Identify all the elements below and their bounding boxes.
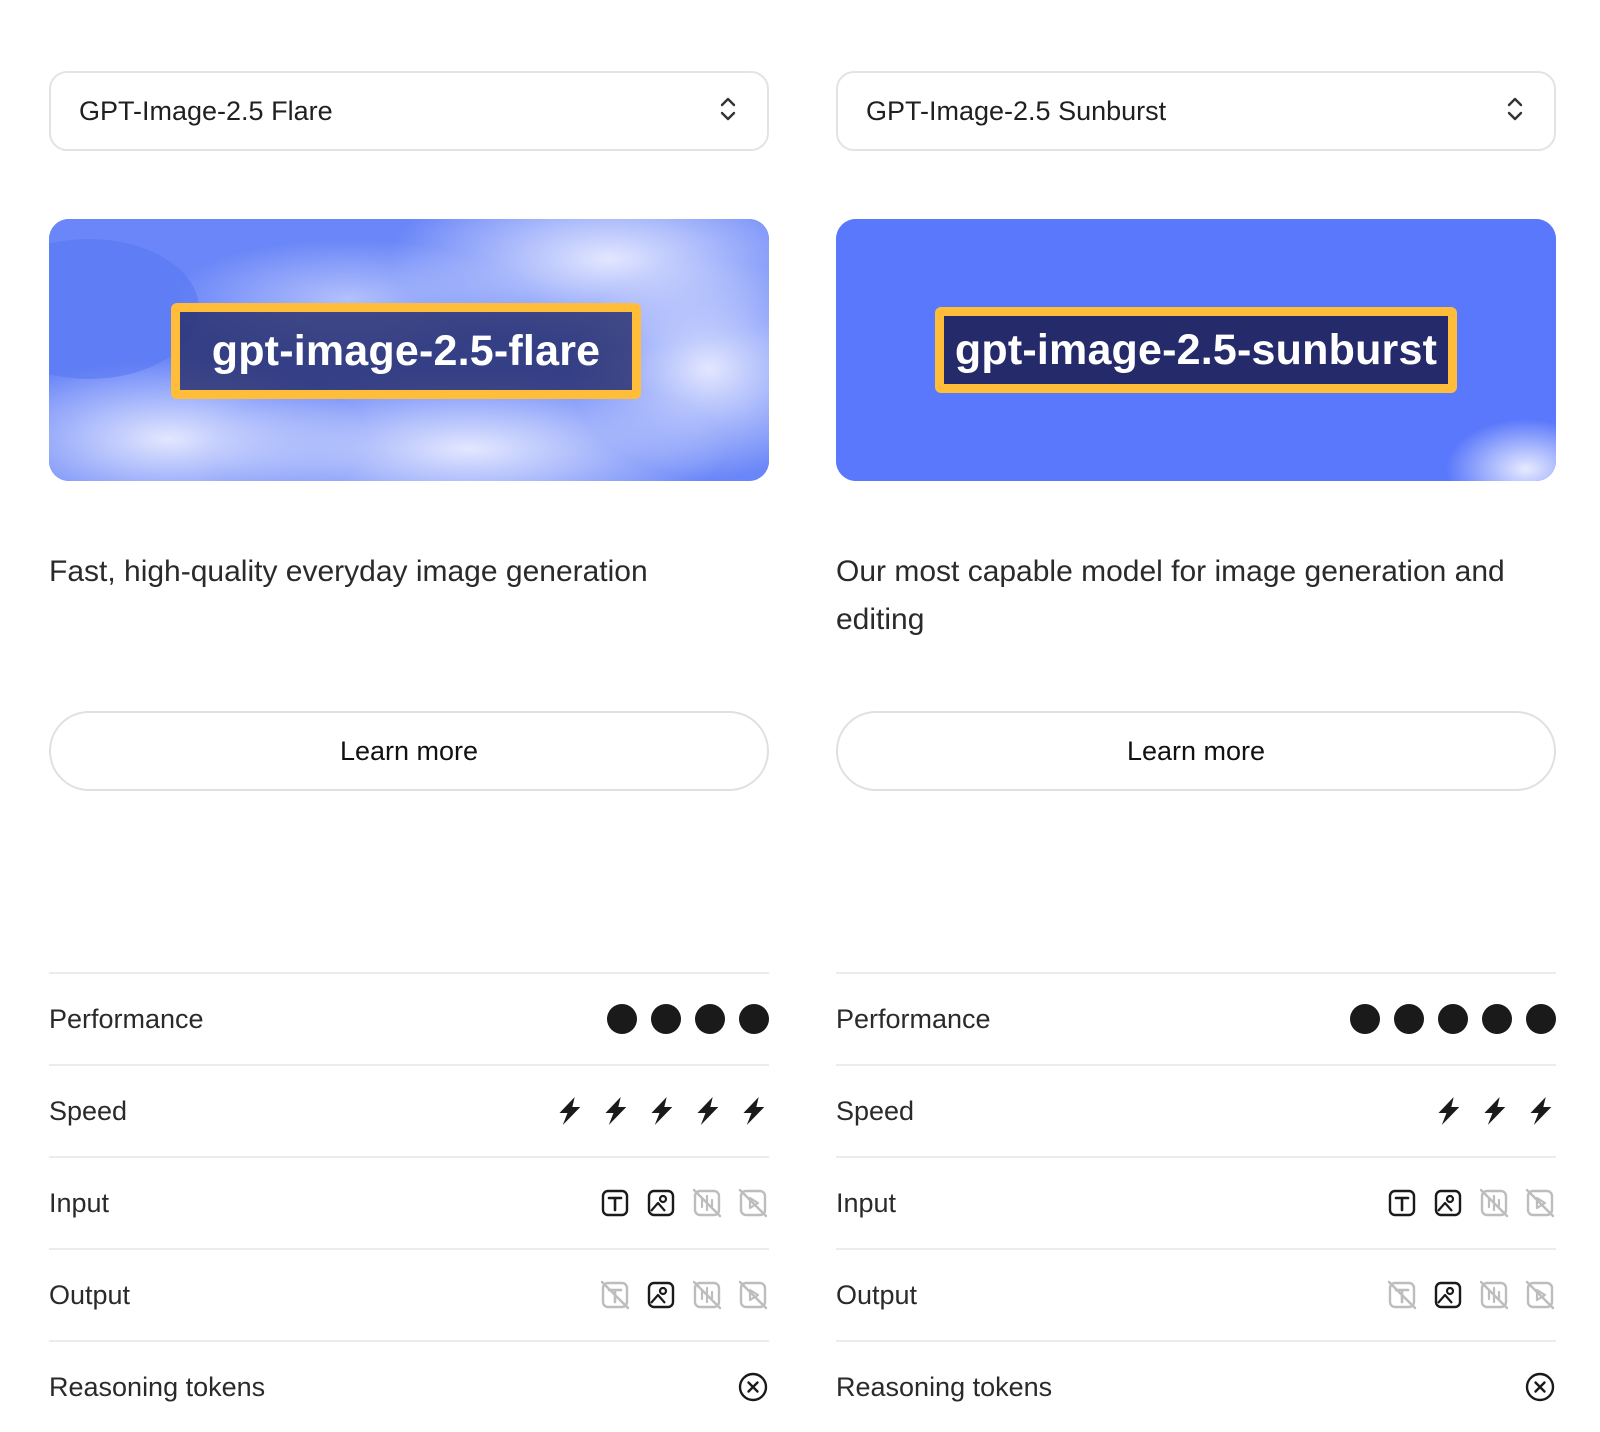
spec-row-speed: Speed [49,1064,769,1156]
spec-label: Reasoning tokens [49,1371,266,1402]
model-id-tag: gpt-image-2.5-flare [171,303,641,399]
audio-icon [1478,1187,1510,1219]
spec-label: Input [49,1187,110,1218]
performance-dot-icon [1438,1004,1468,1034]
performance-dot-icon [1526,1004,1556,1034]
text-icon [1386,1279,1418,1311]
spec-row-output: Output [49,1248,769,1340]
performance-dot-icon [1394,1004,1424,1034]
lightning-bolt-icon [737,1095,769,1127]
performance-dot-icon [651,1004,681,1034]
performance-rating [607,1004,769,1034]
spec-row-reasoning: Reasoning tokens [49,1340,769,1432]
text-icon [599,1187,631,1219]
chevron-up-down-icon [1504,94,1526,129]
model-select-flare[interactable]: GPT-Image-2.5 Flare [49,71,769,151]
model-description: Our most capable model for image generat… [836,555,1505,636]
audio-icon [691,1187,723,1219]
spec-row-output: Output [836,1248,1556,1340]
spec-row-performance: Performance [836,972,1556,1064]
image-icon [1432,1187,1464,1219]
reasoning-status [1524,1371,1556,1403]
video-icon [1524,1187,1556,1219]
model-select-label: GPT-Image-2.5 Flare [79,95,333,126]
model-banner-flare: gpt-image-2.5-flare [49,219,769,481]
model-select-sunburst[interactable]: GPT-Image-2.5 Sunburst [836,71,1556,151]
spec-row-input: Input [836,1156,1556,1248]
spec-label: Reasoning tokens [836,1371,1053,1402]
model-id-tag: gpt-image-2.5-sunburst [935,307,1457,393]
input-modalities [599,1187,769,1219]
lightning-bolt-icon [599,1095,631,1127]
performance-dot-icon [695,1004,725,1034]
image-icon [645,1187,677,1219]
speed-rating [553,1095,769,1127]
performance-dot-icon [607,1004,637,1034]
performance-dot-icon [1482,1004,1512,1034]
spec-label: Performance [49,1003,204,1034]
performance-rating [1350,1004,1556,1034]
spec-label: Speed [836,1095,915,1126]
lightning-bolt-icon [645,1095,677,1127]
input-modalities [1386,1187,1556,1219]
output-modalities [599,1279,769,1311]
output-modalities [1386,1279,1556,1311]
text-icon [599,1279,631,1311]
learn-more-button[interactable]: Learn more [49,711,769,791]
lightning-bolt-icon [1478,1095,1510,1127]
spec-table-sunburst: Performance Speed Input Output Reasoning… [836,972,1556,1432]
model-id-text: gpt-image-2.5-sunburst [954,325,1438,374]
chevron-up-down-icon [717,94,739,129]
text-icon [1386,1187,1418,1219]
image-icon [645,1279,677,1311]
performance-dot-icon [739,1004,769,1034]
lightning-bolt-icon [691,1095,723,1127]
performance-dot-icon [1350,1004,1380,1034]
lightning-bolt-icon [1432,1095,1464,1127]
model-banner-sunburst: gpt-image-2.5-sunburst [836,219,1556,481]
audio-icon [691,1279,723,1311]
model-description: Fast, high-quality everyday image genera… [49,555,648,588]
video-icon [737,1279,769,1311]
spec-row-input: Input [49,1156,769,1248]
image-icon [1432,1279,1464,1311]
spec-table-flare: Performance Speed Input Output Reasoning… [49,972,769,1432]
spec-row-reasoning: Reasoning tokens [836,1340,1556,1432]
spec-label: Input [836,1187,897,1218]
spec-label: Speed [49,1095,128,1126]
video-icon [737,1187,769,1219]
learn-more-button[interactable]: Learn more [836,711,1556,791]
spec-row-performance: Performance [49,972,769,1064]
speed-rating [1432,1095,1556,1127]
model-select-label: GPT-Image-2.5 Sunburst [866,95,1167,126]
lightning-bolt-icon [1524,1095,1556,1127]
spec-row-speed: Speed [836,1064,1556,1156]
spec-label: Performance [836,1003,991,1034]
video-icon [1524,1279,1556,1311]
x-circle-icon [737,1371,769,1403]
spec-label: Output [49,1279,131,1310]
reasoning-status [737,1371,769,1403]
x-circle-icon [1524,1371,1556,1403]
model-id-text: gpt-image-2.5-flare [211,326,601,375]
spec-label: Output [836,1279,918,1310]
lightning-bolt-icon [553,1095,585,1127]
audio-icon [1478,1279,1510,1311]
